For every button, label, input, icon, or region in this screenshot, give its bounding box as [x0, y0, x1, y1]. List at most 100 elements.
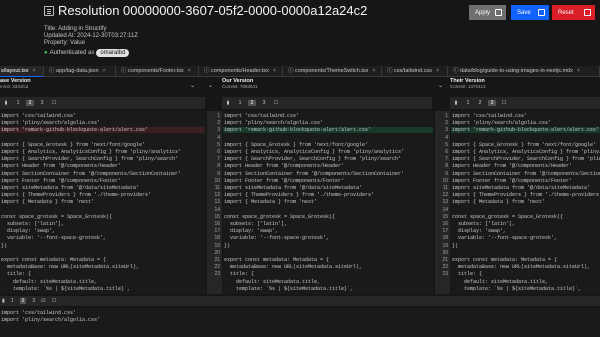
code-line: subsets: ['latin'], [224, 221, 288, 227]
code-line: import { ThemeProviders } from './theme-… [452, 192, 600, 199]
page-2-button[interactable]: 2 [26, 100, 34, 106]
page-3-button[interactable]: 3 [32, 298, 35, 304]
sidebar-icon[interactable]: ▮ [224, 100, 232, 106]
checkbox-icon[interactable]: ☐ [52, 298, 56, 304]
line-number: 14 [442, 206, 448, 213]
code-line: import { ThemeProviders } from './theme-… [1, 192, 152, 199]
close-icon[interactable]: × [372, 68, 375, 74]
page-3-button[interactable]: 3 [488, 100, 496, 106]
base-commit: mmit: 3331fcd [0, 84, 29, 89]
reset-button[interactable]: Reset [552, 5, 595, 20]
page-3-button[interactable]: 3 [260, 100, 268, 106]
checkbox-icon[interactable]: ☑ [41, 298, 45, 304]
checkbox-icon[interactable]: ☐ [50, 100, 58, 106]
code-line: import siteMetadata from '@/data/siteMet… [452, 185, 591, 191]
code-line: const space_grotesk = Space_Grotesk({ [452, 213, 564, 220]
close-icon[interactable]: × [103, 68, 106, 74]
chevron-down-icon[interactable]: ⌄ [208, 82, 213, 89]
code-line: export const metadata: Metadata = { [1, 257, 107, 263]
page-1-button[interactable]: 1 [14, 100, 22, 106]
code-line: import Header from '@/components/Header' [1, 163, 122, 170]
tab-label: app/tag-data.json [56, 68, 99, 74]
ours-line-gutter: 1 2 3 4 5 6 7 8 9 10 11 12 13 14 15 16 17 18 19 20 21 22 23 [207, 111, 222, 294]
code-line: import 'pliny/search/algolia.css' [1, 120, 101, 127]
page-2-button[interactable]: 2 [19, 298, 27, 304]
line-number: 19 [442, 242, 448, 249]
close-icon[interactable]: × [436, 68, 439, 74]
document-icon [44, 6, 54, 16]
line-number: 12 [442, 192, 448, 199]
code-line: title: { [224, 271, 255, 278]
line-number: 23 [214, 271, 220, 278]
checkbox-icon[interactable]: ☐ [272, 100, 280, 106]
line-number: 15 [442, 213, 448, 220]
ours-code-pane[interactable]: import 'css/tailwind.css' import 'pliny/s… [223, 111, 433, 294]
theirs-line-gutter: 1 2 3 4 5 6 7 8 9 10 11 12 13 14 15 16 17 18 19 20 21 22 23 [435, 111, 450, 294]
code-line: import 'remark-github-blockquote-alert/a… [0, 127, 205, 134]
code-line: display: 'swap', [224, 228, 279, 235]
line-number: 10 [214, 177, 220, 184]
page-1-button[interactable]: 1 [464, 100, 472, 106]
base-code-pane[interactable]: import 'css/tailwind.css' import 'pliny/s… [0, 111, 205, 294]
tab-label: components/ThemeSwitch.tsx [295, 68, 369, 74]
code-line: metadataBase: new URL(siteMetadata.siteU… [224, 264, 363, 271]
checkbox-icon[interactable]: ☐ [500, 100, 508, 106]
line-number: 7 [217, 156, 220, 163]
line-number: 11 [214, 185, 220, 191]
code-line: metadataBase: new URL(siteMetadata.siteU… [1, 264, 140, 271]
line-number: 10 [442, 177, 448, 184]
page-2-button[interactable]: 2 [476, 100, 484, 106]
save-button[interactable]: Save [511, 5, 549, 20]
save-icon [538, 9, 545, 16]
page-1-button[interactable]: 1 [11, 298, 14, 304]
file-tabs: s/layout.tsx × ⓘ app/tag-data.json × ⓘ com… [0, 66, 600, 77]
chevron-down-icon[interactable]: ⌄ [438, 82, 443, 89]
line-number: 23 [442, 271, 448, 278]
line-number: 19 [214, 242, 220, 249]
line-number: 21 [214, 257, 220, 263]
apply-icon [495, 9, 502, 16]
page-3-button[interactable]: 3 [38, 100, 46, 106]
code-line: import { Metadata } from 'next' [1, 199, 95, 206]
line-number: 20 [442, 249, 448, 256]
tab-layout[interactable]: s/layout.tsx × [0, 66, 44, 77]
result-code-pane[interactable]: import 'css/tailwind.css' import 'pliny/s… [0, 308, 600, 337]
meta-property: Property: Value [44, 40, 85, 46]
code-line: default: siteMetadata.title, [224, 278, 321, 285]
tab-label: css/tailwind.css [394, 68, 432, 74]
close-icon[interactable]: × [33, 68, 36, 74]
tab-footer[interactable]: ⓘ components/Footer.tsx × [117, 66, 199, 77]
close-icon[interactable]: × [577, 68, 580, 74]
sidebar-icon[interactable]: ▮ [452, 100, 460, 106]
line-number: 9 [445, 170, 448, 177]
chevron-down-icon[interactable]: ⌄ [190, 82, 195, 89]
line-number: 16 [442, 221, 448, 227]
code-line: import SectionContainer from '@/componen… [224, 170, 405, 177]
code-line: import 'css/tailwind.css' [1, 113, 77, 119]
sidebar-icon[interactable]: ▮ [2, 100, 10, 106]
page-2-button[interactable]: 2 [248, 100, 256, 106]
tab-header[interactable]: ⓘ components/Header.tsx × [200, 66, 283, 77]
code-line: title: { [452, 271, 483, 278]
theirs-commit: Commit: 1370413 [450, 84, 486, 89]
tab-themeswitch[interactable]: ⓘ components/ThemeSwitch.tsx × [284, 66, 382, 77]
theirs-code-pane[interactable]: import 'css/tailwind.css' import 'pliny/s… [451, 111, 600, 294]
tab-blog-guide[interactable]: ⓘ data/blog/guide-to-using-images-in-nex… [449, 66, 600, 77]
close-icon[interactable]: × [273, 68, 276, 74]
code-line: import Header from '@/components/Header' [452, 163, 573, 170]
sidebar-icon[interactable]: ▮ [2, 298, 5, 304]
tab-tag-data[interactable]: ⓘ app/tag-data.json × [45, 66, 116, 77]
close-icon[interactable]: × [188, 68, 191, 74]
code-line: subsets: ['latin'], [1, 221, 65, 227]
line-number: 15 [214, 213, 220, 220]
page-1-button[interactable]: 1 [236, 100, 244, 106]
line-number: 13 [442, 199, 448, 206]
code-line: import 'pliny/search/algolia.css' [452, 120, 552, 127]
auth-user-badge: omaralbd [96, 49, 130, 57]
code-line: import { Metadata } from 'next' [224, 199, 318, 206]
theirs-toolbar: ▮ 1 2 3 ☐ [450, 97, 600, 109]
tab-tailwind[interactable]: ⓘ css/tailwind.css × [383, 66, 448, 77]
apply-button[interactable]: Apply [469, 5, 506, 20]
